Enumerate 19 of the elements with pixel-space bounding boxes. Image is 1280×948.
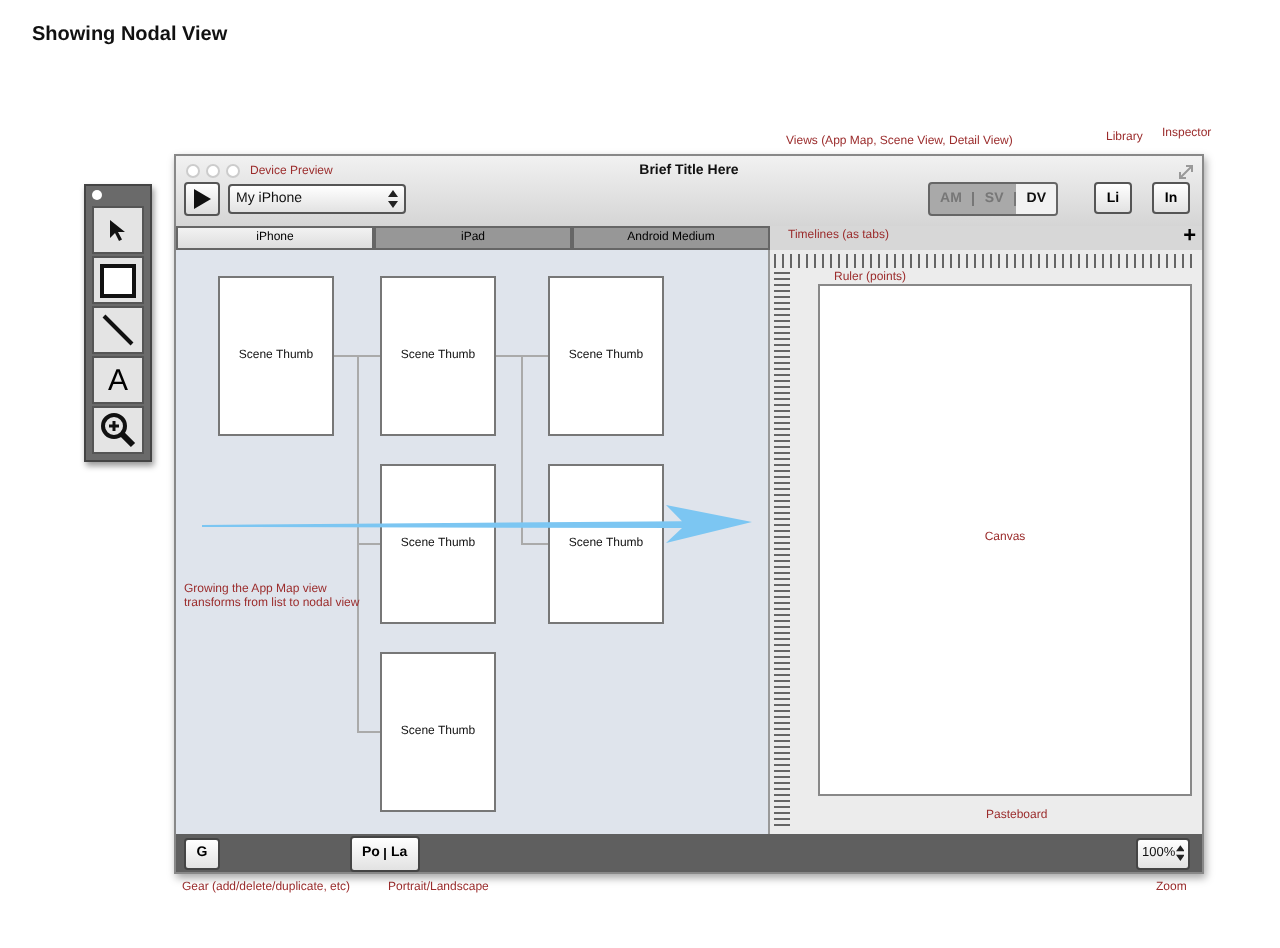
tool-button[interactable] [92,306,144,354]
tool-button[interactable]: A [92,356,144,404]
stepper-icon [388,189,398,207]
window-dot-icon[interactable] [226,164,240,178]
stepper-icon [1175,844,1184,863]
tool-button[interactable] [92,206,144,254]
play-icon [192,187,212,209]
line-icon [102,314,134,346]
pointer-icon [108,218,128,242]
zoom-icon [100,412,136,448]
tool-button[interactable] [92,256,144,304]
close-dot-icon[interactable] [92,190,102,200]
page-title: Showing Nodal View [32,24,228,46]
add-button[interactable]: + [1183,226,1196,249]
rectangle-icon [100,263,136,297]
play-button[interactable] [184,181,220,215]
tool-button[interactable] [92,406,144,454]
window-dot-icon[interactable] [186,164,200,178]
window-dot-icon[interactable] [206,164,220,178]
